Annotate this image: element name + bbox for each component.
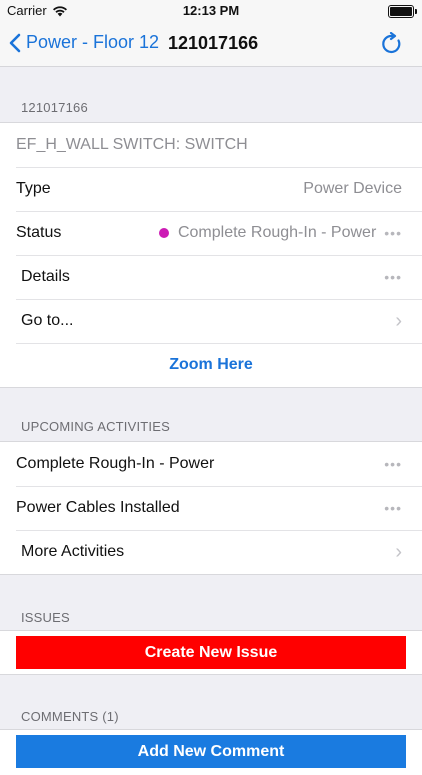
add-new-comment-button[interactable]: Add New Comment <box>16 735 406 768</box>
issues-section-header: ISSUES <box>21 610 70 625</box>
status-dot-icon <box>158 228 169 238</box>
goto-row[interactable]: Go to... › <box>0 299 422 343</box>
back-label: Power - Floor 12 <box>26 32 160 52</box>
activity-label: Power Cables Installed <box>16 499 180 516</box>
comments-group: Add New Comment <box>0 729 422 775</box>
more-activities-label: More Activities <box>21 543 125 560</box>
chevron-right-icon: › <box>395 540 402 563</box>
details-label: Details <box>21 268 70 285</box>
activity-row[interactable]: Complete Rough-In - Power ••• <box>0 442 422 486</box>
chevron-left-icon <box>9 33 21 52</box>
battery-icon <box>388 5 417 18</box>
zoom-here-label: Zoom Here <box>169 356 253 373</box>
comments-section-header: COMMENTS (1) <box>21 709 119 724</box>
type-value: Power Device <box>303 180 402 197</box>
more-dots-icon[interactable]: ••• <box>384 456 402 472</box>
item-name: EF_H_WALL SWITCH: SWITCH <box>16 136 248 153</box>
more-activities-row[interactable]: More Activities › <box>0 530 422 574</box>
item-section-header: 121017166 <box>21 100 88 115</box>
more-dots-icon[interactable]: ••• <box>384 225 402 241</box>
activity-row[interactable]: Power Cables Installed ••• <box>0 486 422 530</box>
clock: 12:13 PM <box>182 3 240 18</box>
page-title: 121017166 <box>168 33 259 53</box>
status-row[interactable]: Status Complete Rough-In - Power ••• <box>0 211 422 255</box>
more-dots-icon[interactable]: ••• <box>384 500 402 516</box>
item-name-row: EF_H_WALL SWITCH: SWITCH <box>0 123 422 167</box>
item-group: EF_H_WALL SWITCH: SWITCH Type Power Devi… <box>0 122 422 388</box>
goto-label: Go to... <box>21 312 74 329</box>
navigation-bar: Power - Floor 12 121017166 <box>0 22 422 67</box>
details-row[interactable]: Details ••• <box>0 255 422 299</box>
add-new-comment-label: Add New Comment <box>137 742 285 760</box>
create-new-issue-label: Create New Issue <box>144 643 278 661</box>
chevron-right-icon: › <box>395 309 402 332</box>
type-row: Type Power Device <box>0 167 422 211</box>
type-label: Type <box>16 180 51 197</box>
issues-group: Create New Issue <box>0 630 422 675</box>
status-label: Status <box>16 224 62 241</box>
refresh-icon[interactable] <box>380 32 404 56</box>
zoom-here-button[interactable]: Zoom Here <box>0 343 422 387</box>
activity-label: Complete Rough-In - Power <box>16 455 215 472</box>
status-bar: Carrier 12:13 PM <box>0 0 422 22</box>
status-value: Complete Rough-In - Power <box>177 224 377 241</box>
upcoming-group: Complete Rough-In - Power ••• Power Cabl… <box>0 441 422 575</box>
more-dots-icon[interactable]: ••• <box>384 269 402 285</box>
create-new-issue-button[interactable]: Create New Issue <box>16 636 406 669</box>
upcoming-section-header: UPCOMING ACTIVITIES <box>21 419 170 434</box>
back-button[interactable]: Power - Floor 12 <box>9 32 159 53</box>
